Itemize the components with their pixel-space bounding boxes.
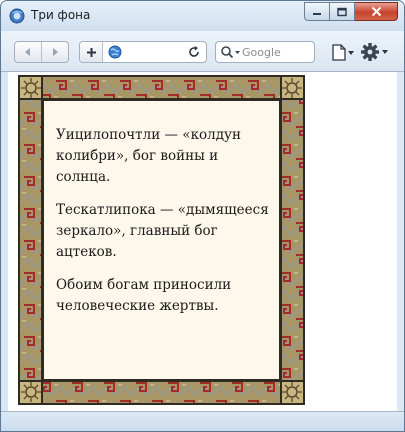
close-icon (371, 6, 381, 17)
status-bar (1, 411, 404, 431)
page-menu-icon[interactable] (331, 44, 355, 61)
navigation-buttons (14, 41, 69, 63)
paragraph: Обоим богам приносили человеческие жертв… (56, 277, 232, 314)
window-side-border (397, 72, 404, 411)
reload-icon[interactable] (187, 45, 201, 59)
new-tab-button[interactable] (80, 42, 103, 62)
sun-corner-icon (20, 77, 42, 99)
minimize-icon (313, 12, 321, 15)
search-input[interactable] (242, 43, 310, 61)
patterned-frame: Уицилопочтли — «колдун колибри», бог вой… (18, 75, 305, 405)
close-button[interactable] (355, 2, 398, 21)
forward-button[interactable] (41, 42, 68, 62)
maximize-button[interactable] (330, 2, 355, 21)
browser-window: Три фона Google Уицилопочтли — «колдун к… (0, 0, 405, 432)
browser-toolbar (1, 31, 404, 72)
search-box[interactable] (215, 41, 315, 63)
back-button[interactable] (15, 42, 41, 62)
minimize-button[interactable] (304, 2, 330, 21)
back-arrow-icon (25, 48, 30, 56)
maximize-icon (337, 7, 347, 16)
paragraph: Уицилопочтли — «колдун колибри», бог вой… (56, 127, 241, 185)
text-panel: Уицилопочтли — «колдун колибри», бог вой… (42, 99, 281, 381)
address-bar[interactable] (79, 41, 207, 63)
browser-app-icon (9, 8, 25, 24)
search-icon[interactable] (220, 45, 242, 59)
paragraph: Тескатлипока — «дымящееся зеркало», глав… (56, 202, 269, 260)
plus-icon (86, 47, 96, 57)
forward-arrow-icon (53, 48, 58, 56)
title-bar: Три фона (1, 1, 404, 31)
gear-icon[interactable] (361, 42, 389, 62)
page-content: Уицилопочтли — «колдун колибри», бог вой… (8, 72, 397, 411)
globe-icon (108, 45, 122, 59)
window-controls (304, 2, 398, 21)
window-title: Три фона (31, 8, 91, 22)
